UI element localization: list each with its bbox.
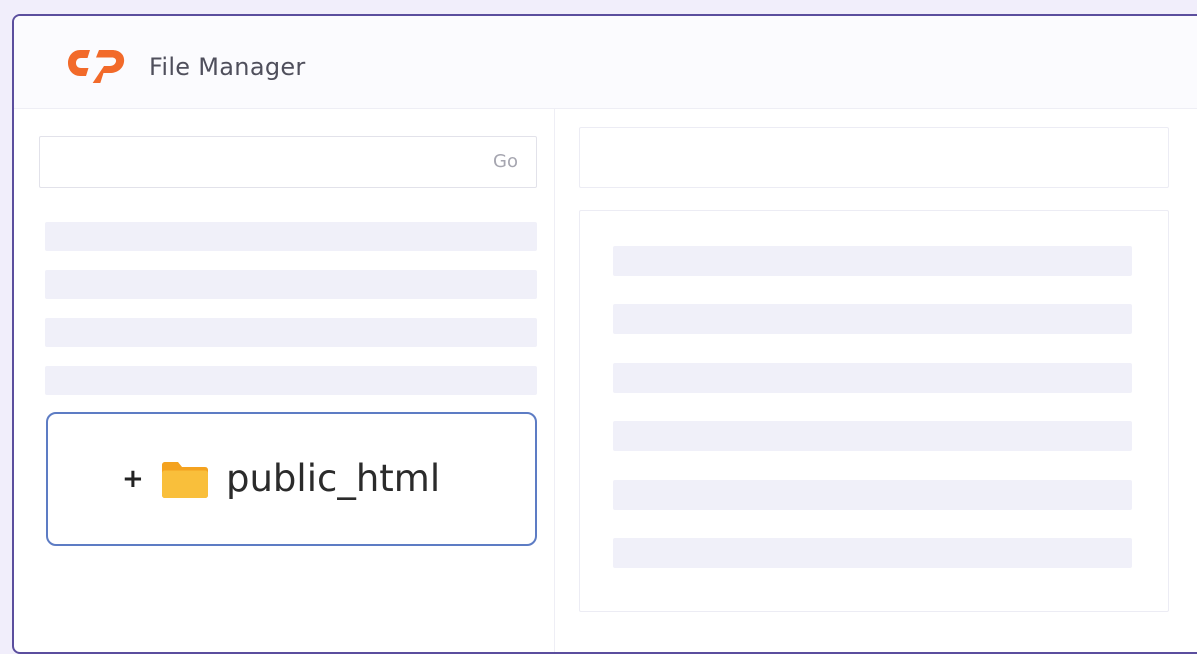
tree-item-public-html[interactable]: + public_html xyxy=(46,412,537,546)
loading-placeholder-row xyxy=(45,222,537,251)
path-search-box: Go xyxy=(39,136,537,188)
loading-placeholder-row xyxy=(45,366,537,395)
folder-label: public_html xyxy=(226,457,441,500)
file-manager-window: File Manager Go + public_html xyxy=(12,14,1197,654)
loading-placeholder-row xyxy=(613,538,1132,568)
cpanel-logo-icon xyxy=(68,50,125,83)
go-button[interactable]: Go xyxy=(493,151,518,173)
header-bar: File Manager xyxy=(14,16,1197,109)
loading-placeholder-row xyxy=(613,304,1132,334)
folder-icon xyxy=(162,462,208,498)
toolbar-placeholder xyxy=(579,127,1169,188)
loading-placeholder-row xyxy=(613,363,1132,393)
page-title: File Manager xyxy=(149,53,306,81)
loading-placeholder-row xyxy=(45,318,537,347)
file-list-pane xyxy=(579,210,1169,612)
directory-tree-pane: Go + public_html xyxy=(14,109,555,652)
path-search-input[interactable] xyxy=(50,147,474,179)
expand-icon[interactable]: + xyxy=(122,464,144,494)
loading-placeholder-row xyxy=(613,480,1132,510)
loading-placeholder-row xyxy=(45,270,537,299)
loading-placeholder-row xyxy=(613,421,1132,451)
loading-placeholder-row xyxy=(613,246,1132,276)
